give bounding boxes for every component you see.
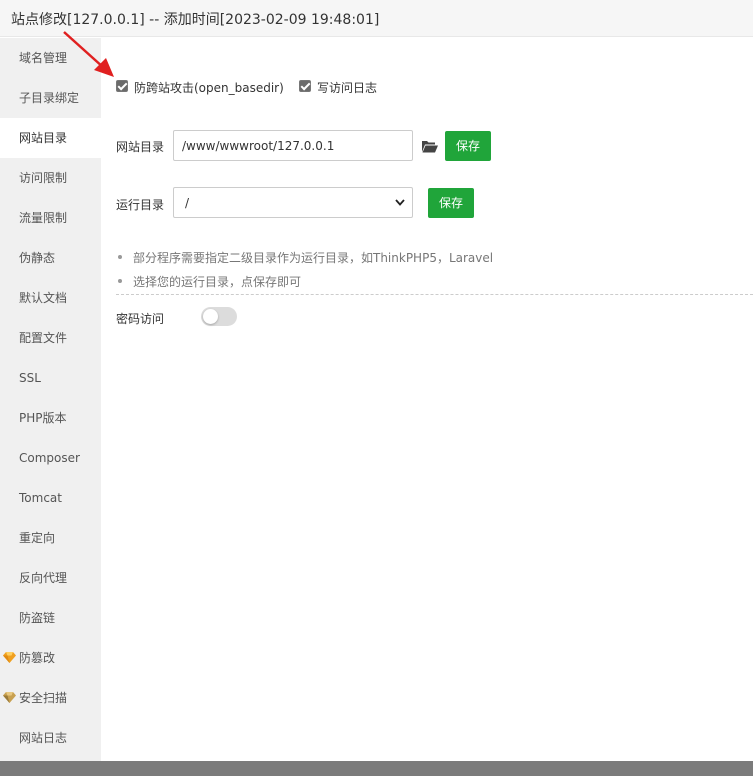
toggle-knob bbox=[203, 309, 218, 324]
sidebar-item-label: 伪静态 bbox=[19, 251, 56, 265]
sidebar-item-subdir[interactable]: 子目录绑定 bbox=[0, 78, 101, 118]
password-access-label: 密码访问 bbox=[116, 312, 165, 326]
sidebar-item-label: 默认文档 bbox=[19, 291, 68, 305]
tip-item: 选择您的运行目录，点保存即可 bbox=[133, 275, 302, 289]
site-dir-value: /www/wwwroot/127.0.0.1 bbox=[182, 139, 335, 153]
run-dir-label: 运行目录 bbox=[116, 198, 165, 212]
run-dir-select[interactable]: / bbox=[173, 187, 413, 218]
sidebar-item-security-scan[interactable]: 安全扫描 bbox=[0, 678, 101, 718]
sidebar-item-rewrite[interactable]: 伪静态 bbox=[0, 238, 101, 278]
window-title: 站点修改[127.0.0.1] -- 添加时间[2023-02-09 19:48… bbox=[11, 12, 380, 28]
folder-open-icon[interactable] bbox=[422, 140, 438, 153]
sidebar-item-php-version[interactable]: PHP版本 bbox=[0, 398, 101, 438]
anti-xss-checkbox[interactable] bbox=[116, 80, 128, 92]
sidebar-item-label: 防盗链 bbox=[19, 611, 56, 625]
sidebar-item-config-file[interactable]: 配置文件 bbox=[0, 318, 101, 358]
run-dir-selected: / bbox=[185, 196, 190, 210]
sidebar: 域名管理 子目录绑定 网站目录 访问限制 流量限制 伪静态 默认文档 配置文件 … bbox=[0, 38, 101, 761]
tip-bullet bbox=[118, 279, 122, 283]
sidebar-item-site-log[interactable]: 网站日志 bbox=[0, 718, 101, 758]
site-dir-input[interactable]: /www/wwwroot/127.0.0.1 bbox=[173, 130, 413, 161]
sidebar-item-label: Composer bbox=[19, 451, 80, 465]
sidebar-item-redirect[interactable]: 重定向 bbox=[0, 518, 101, 558]
sidebar-item-access-limit[interactable]: 访问限制 bbox=[0, 158, 101, 198]
gem-icon bbox=[3, 652, 16, 663]
access-log-label: 写访问日志 bbox=[317, 81, 378, 95]
sidebar-item-label: SSL bbox=[19, 371, 41, 385]
sidebar-item-label: 重定向 bbox=[19, 531, 56, 545]
sidebar-item-label: 配置文件 bbox=[19, 331, 68, 345]
site-dir-label: 网站目录 bbox=[116, 140, 165, 154]
section-divider bbox=[116, 294, 753, 295]
sidebar-item-label: 防篡改 bbox=[19, 651, 56, 665]
sidebar-item-label: 网站目录 bbox=[19, 131, 68, 145]
sidebar-item-label: 访问限制 bbox=[19, 171, 68, 185]
tip-bullet bbox=[118, 255, 122, 259]
access-log-checkbox[interactable] bbox=[299, 80, 311, 92]
sidebar-item-label: 安全扫描 bbox=[19, 691, 68, 705]
anti-xss-label: 防跨站攻击(open_basedir) bbox=[134, 81, 284, 95]
bottom-scrollbar bbox=[0, 761, 753, 776]
site-dir-save-button[interactable]: 保存 bbox=[445, 131, 491, 161]
sidebar-item-default-doc[interactable]: 默认文档 bbox=[0, 278, 101, 318]
sidebar-item-label: PHP版本 bbox=[19, 411, 67, 425]
sidebar-item-label: Tomcat bbox=[19, 491, 62, 505]
sidebar-item-label: 子目录绑定 bbox=[19, 91, 80, 105]
sidebar-item-ssl[interactable]: SSL bbox=[0, 358, 101, 398]
sidebar-item-hotlink[interactable]: 防盗链 bbox=[0, 598, 101, 638]
sidebar-item-label: 反向代理 bbox=[19, 571, 68, 585]
sidebar-item-traffic-limit[interactable]: 流量限制 bbox=[0, 198, 101, 238]
chevron-down-icon bbox=[395, 199, 405, 206]
sidebar-item-reverse-proxy[interactable]: 反向代理 bbox=[0, 558, 101, 598]
gem-icon bbox=[3, 692, 16, 703]
tip-item: 部分程序需要指定二级目录作为运行目录，如ThinkPHP5，Laravel bbox=[133, 251, 494, 265]
sidebar-item-tomcat[interactable]: Tomcat bbox=[0, 478, 101, 518]
sidebar-item-label: 流量限制 bbox=[19, 211, 68, 225]
sidebar-item-composer[interactable]: Composer bbox=[0, 438, 101, 478]
sidebar-item-label: 网站日志 bbox=[19, 731, 68, 745]
sidebar-item-site-dir[interactable]: 网站目录 bbox=[0, 118, 101, 158]
password-access-toggle[interactable] bbox=[201, 307, 237, 326]
run-dir-save-button[interactable]: 保存 bbox=[428, 188, 474, 218]
annotation-arrow-icon bbox=[63, 31, 114, 77]
sidebar-item-tamper-proof[interactable]: 防篡改 bbox=[0, 638, 101, 678]
